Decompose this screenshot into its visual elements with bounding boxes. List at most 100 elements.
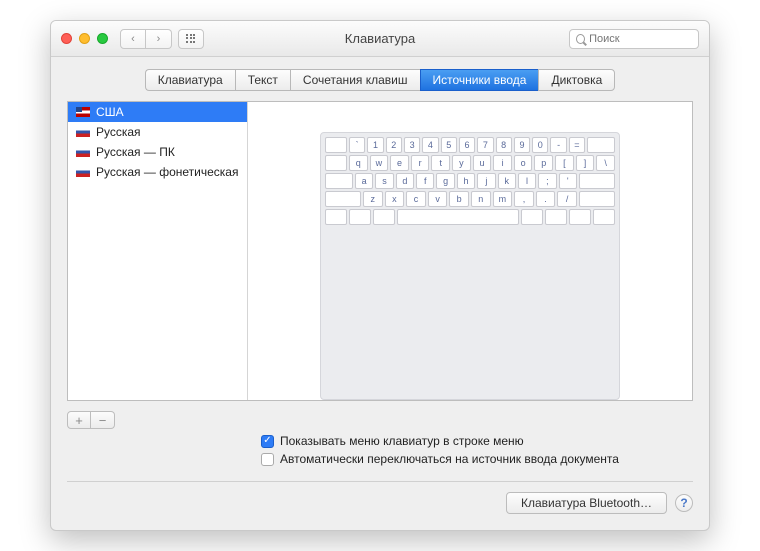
keyboard-layout: `1234567890-= qwertyuiop[]\ asdfghjkl;' zxc… bbox=[320, 132, 620, 400]
bluetooth-keyboard-button[interactable]: Клавиатура Bluetooth… bbox=[506, 492, 667, 514]
key: 0 bbox=[532, 137, 548, 153]
add-source-button[interactable]: + bbox=[67, 411, 91, 429]
key: c bbox=[406, 191, 426, 207]
key: ' bbox=[559, 173, 577, 189]
key: g bbox=[436, 173, 454, 189]
input-source-item[interactable]: Русская — ПК bbox=[68, 142, 247, 162]
key: f bbox=[416, 173, 434, 189]
keyboard-row: asdfghjkl;' bbox=[325, 173, 615, 189]
zoom-icon[interactable] bbox=[97, 33, 108, 44]
key: p bbox=[534, 155, 553, 171]
modifier-key bbox=[325, 155, 347, 171]
input-source-label: США bbox=[96, 105, 124, 119]
modifier-key bbox=[579, 191, 615, 207]
help-button[interactable]: ? bbox=[675, 494, 693, 512]
input-source-label: Русская bbox=[96, 125, 141, 139]
tab-0[interactable]: Клавиатура bbox=[145, 69, 235, 91]
nav-buttons: ‹ › bbox=[120, 29, 172, 49]
modifier-key bbox=[593, 209, 615, 225]
input-source-label: Русская — ПК bbox=[96, 145, 175, 159]
show-menu-checkbox[interactable] bbox=[261, 435, 274, 448]
key: / bbox=[557, 191, 577, 207]
forward-button[interactable]: › bbox=[146, 29, 172, 49]
key: x bbox=[385, 191, 405, 207]
key: , bbox=[514, 191, 534, 207]
spacebar-key bbox=[397, 209, 519, 225]
modifier-key bbox=[545, 209, 567, 225]
key: ] bbox=[576, 155, 595, 171]
key: v bbox=[428, 191, 448, 207]
search-field[interactable] bbox=[589, 33, 692, 45]
content: США Русская Русская — ПК Русская — фонетиче… bbox=[67, 101, 693, 401]
key: r bbox=[411, 155, 430, 171]
key: m bbox=[493, 191, 513, 207]
modifier-key bbox=[325, 137, 347, 153]
minimize-icon[interactable] bbox=[79, 33, 90, 44]
tab-3[interactable]: Источники ввода bbox=[420, 69, 539, 91]
add-remove-group: + − bbox=[67, 411, 115, 429]
input-sources-list: США Русская Русская — ПК Русская — фонетиче… bbox=[68, 102, 248, 400]
back-button[interactable]: ‹ bbox=[120, 29, 146, 49]
tabs: КлавиатураТекстСочетания клавишИсточники… bbox=[145, 69, 616, 91]
keyboard-row: `1234567890-= bbox=[325, 137, 615, 153]
modifier-key bbox=[579, 173, 615, 189]
keyboard-preview: `1234567890-= qwertyuiop[]\ asdfghjkl;' zxc… bbox=[248, 102, 692, 400]
key: d bbox=[396, 173, 414, 189]
modifier-key bbox=[587, 137, 615, 153]
search-input[interactable] bbox=[569, 29, 699, 49]
tab-2[interactable]: Сочетания клавиш bbox=[290, 69, 420, 91]
modifier-key bbox=[569, 209, 591, 225]
modifier-key bbox=[325, 191, 361, 207]
modifier-key bbox=[325, 209, 347, 225]
tabs-row: КлавиатураТекстСочетания клавишИсточники… bbox=[51, 57, 709, 101]
key: 2 bbox=[386, 137, 402, 153]
remove-source-button[interactable]: − bbox=[91, 411, 115, 429]
key: o bbox=[514, 155, 533, 171]
key: - bbox=[550, 137, 566, 153]
key: q bbox=[349, 155, 368, 171]
keyboard-row: qwertyuiop[]\ bbox=[325, 155, 615, 171]
add-remove-row: + − bbox=[67, 411, 693, 429]
window-controls bbox=[61, 33, 108, 44]
close-icon[interactable] bbox=[61, 33, 72, 44]
key: h bbox=[457, 173, 475, 189]
ru-flag-icon bbox=[76, 147, 90, 157]
key: a bbox=[355, 173, 373, 189]
keyboard-row bbox=[325, 209, 615, 225]
tab-4[interactable]: Диктовка bbox=[538, 69, 615, 91]
key: 7 bbox=[477, 137, 493, 153]
keyboard-row: zxcvbnm,./ bbox=[325, 191, 615, 207]
grid-icon bbox=[186, 34, 196, 44]
ru-flag-icon bbox=[76, 127, 90, 137]
key: 3 bbox=[404, 137, 420, 153]
show-menu-option[interactable]: Показывать меню клавиатур в строке меню bbox=[261, 433, 693, 449]
input-source-item[interactable]: США bbox=[68, 102, 247, 122]
key: [ bbox=[555, 155, 574, 171]
input-source-item[interactable]: Русская bbox=[68, 122, 247, 142]
key: k bbox=[498, 173, 516, 189]
footer: Клавиатура Bluetooth… ? bbox=[51, 482, 709, 530]
key: s bbox=[375, 173, 393, 189]
titlebar: ‹ › Клавиатура bbox=[51, 21, 709, 57]
auto-switch-option[interactable]: Автоматически переключаться на источник … bbox=[261, 451, 693, 467]
key: l bbox=[518, 173, 536, 189]
key: 4 bbox=[422, 137, 438, 153]
key: i bbox=[493, 155, 512, 171]
key: . bbox=[536, 191, 556, 207]
preferences-window: ‹ › Клавиатура КлавиатураТекстСочетания … bbox=[50, 20, 710, 531]
modifier-key bbox=[349, 209, 371, 225]
modifier-key bbox=[521, 209, 543, 225]
key: b bbox=[449, 191, 469, 207]
key: w bbox=[370, 155, 389, 171]
key: u bbox=[473, 155, 492, 171]
tab-1[interactable]: Текст bbox=[235, 69, 290, 91]
key: ; bbox=[538, 173, 556, 189]
input-source-item[interactable]: Русская — фонетическая bbox=[68, 162, 247, 182]
key: e bbox=[390, 155, 409, 171]
auto-switch-checkbox[interactable] bbox=[261, 453, 274, 466]
key: 1 bbox=[367, 137, 383, 153]
auto-switch-label: Автоматически переключаться на источник … bbox=[280, 451, 619, 467]
options: Показывать меню клавиатур в строке меню … bbox=[67, 433, 693, 467]
key: 8 bbox=[496, 137, 512, 153]
show-all-button[interactable] bbox=[178, 29, 204, 49]
